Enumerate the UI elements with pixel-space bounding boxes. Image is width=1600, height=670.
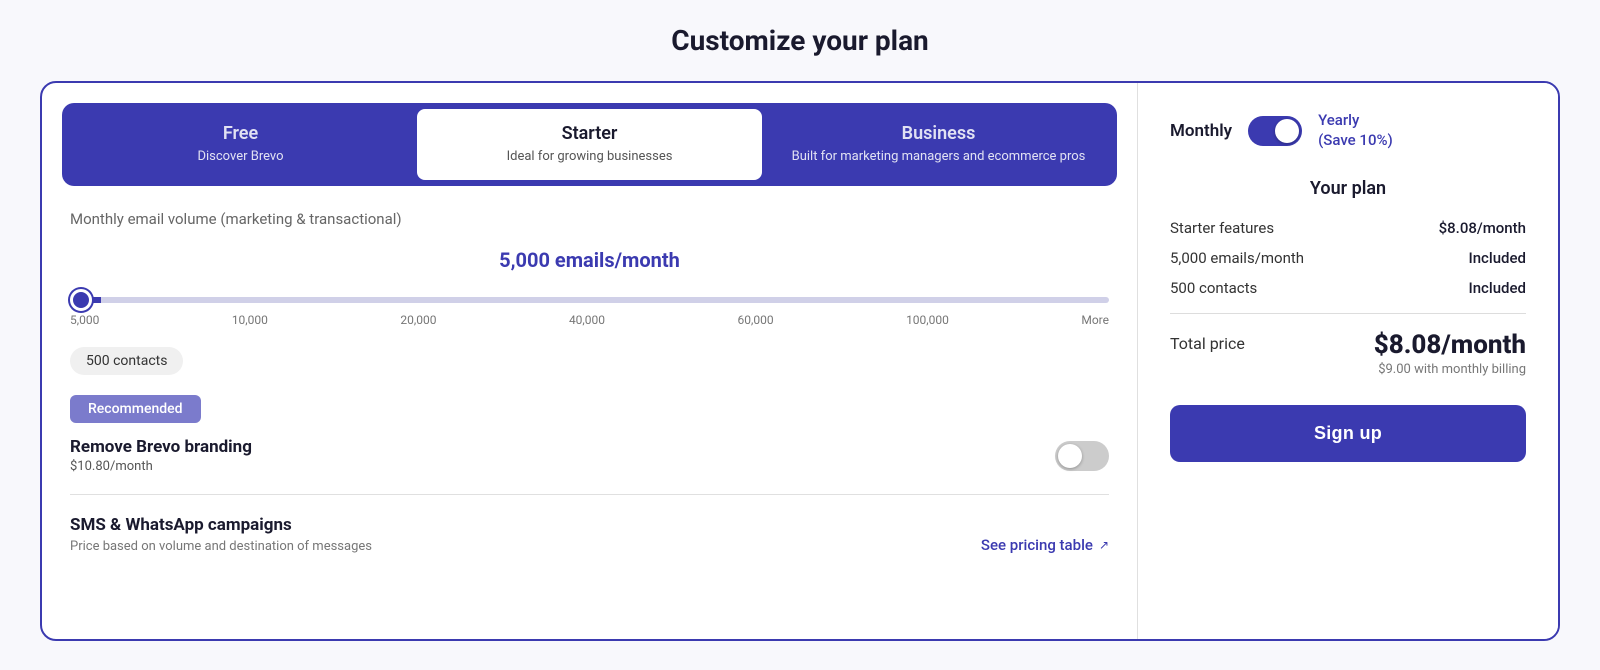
plan-tabs: Free Discover Brevo Starter Ideal for gr…: [62, 103, 1117, 186]
plan-line-contacts: 500 contacts Included: [1170, 279, 1526, 297]
your-plan-title: Your plan: [1170, 178, 1526, 199]
addon-name: Remove Brevo branding: [70, 437, 252, 457]
sms-section: SMS & WhatsApp campaigns Price based on …: [70, 515, 1109, 554]
section-divider: [70, 494, 1109, 495]
main-price: $8.08/month: [1374, 330, 1526, 360]
slider-labels: 5,000 10,000 20,000 40,000 60,000 100,00…: [70, 313, 1109, 327]
external-link-icon: ↗: [1099, 538, 1109, 552]
volume-slider[interactable]: [70, 297, 1109, 303]
toggle-thumb: [1058, 444, 1082, 468]
sms-desc: Price based on volume and destination of…: [70, 539, 372, 554]
monthly-label: Monthly: [1170, 121, 1232, 141]
contacts-badge: 500 contacts: [70, 347, 183, 375]
volume-value: 5,000 emails/month: [70, 248, 1109, 272]
slider-container: 5,000 10,000 20,000 40,000 60,000 100,00…: [70, 288, 1109, 327]
addon-section: Recommended Remove Brevo branding $10.80…: [70, 395, 1109, 474]
plan-divider: [1170, 313, 1526, 314]
addon-row: Remove Brevo branding $10.80/month: [70, 437, 1109, 474]
tab-business[interactable]: Business Built for marketing managers an…: [766, 109, 1111, 180]
yearly-label: Yearly (Save 10%): [1318, 111, 1393, 150]
yearly-toggle-thumb: [1275, 119, 1299, 143]
sub-price: $9.00 with monthly billing: [1374, 362, 1526, 377]
billing-toggle-row: Monthly Yearly (Save 10%): [1170, 111, 1526, 150]
total-amount: $8.08/month $9.00 with monthly billing: [1374, 330, 1526, 377]
plan-line-features: Starter features $8.08/month: [1170, 219, 1526, 237]
page-title: Customize your plan: [671, 24, 929, 57]
yearly-toggle[interactable]: [1248, 116, 1302, 146]
sms-row: SMS & WhatsApp campaigns Price based on …: [70, 515, 1109, 554]
total-row: Total price $8.08/month $9.00 with month…: [1170, 330, 1526, 377]
left-panel: Free Discover Brevo Starter Ideal for gr…: [42, 83, 1138, 639]
tab-starter[interactable]: Starter Ideal for growing businesses: [417, 109, 762, 180]
volume-label: Monthly email volume (marketing & transa…: [70, 210, 1109, 228]
recommended-badge: Recommended: [70, 395, 201, 423]
main-card: Free Discover Brevo Starter Ideal for gr…: [40, 81, 1560, 641]
sms-title: SMS & WhatsApp campaigns: [70, 515, 372, 535]
tab-free[interactable]: Free Discover Brevo: [68, 109, 413, 180]
see-pricing-link[interactable]: See pricing table ↗: [981, 536, 1109, 554]
sms-info: SMS & WhatsApp campaigns Price based on …: [70, 515, 372, 554]
addon-price: $10.80/month: [70, 459, 252, 474]
addon-info: Remove Brevo branding $10.80/month: [70, 437, 252, 474]
plan-line-emails: 5,000 emails/month Included: [1170, 249, 1526, 267]
right-panel: Monthly Yearly (Save 10%) Your plan Star…: [1138, 83, 1558, 639]
left-content: Monthly email volume (marketing & transa…: [42, 186, 1137, 578]
branding-toggle[interactable]: [1055, 441, 1109, 471]
total-label: Total price: [1170, 330, 1245, 353]
signup-button[interactable]: Sign up: [1170, 405, 1526, 462]
